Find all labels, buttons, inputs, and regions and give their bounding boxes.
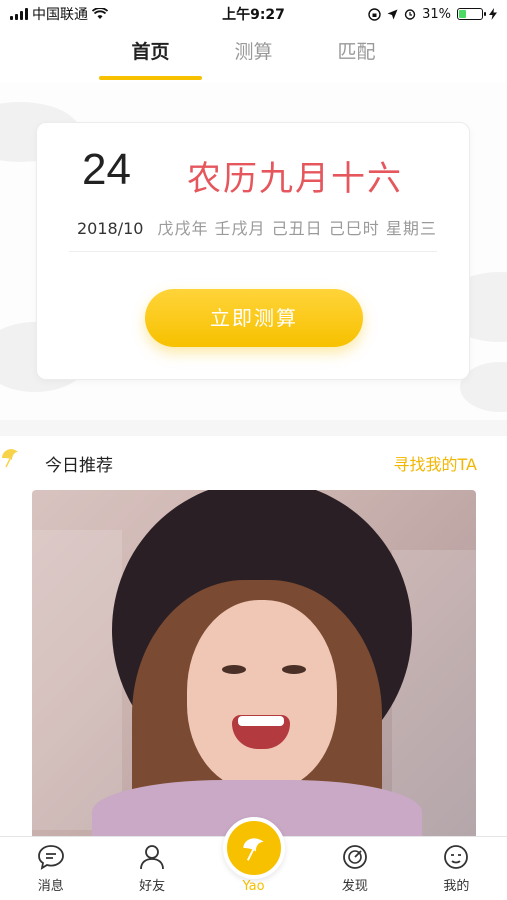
friends-icon <box>140 845 165 870</box>
signal-icon <box>10 8 28 20</box>
year-month: 2018/10 <box>77 219 144 238</box>
ginkgo-icon <box>242 838 264 861</box>
recommend-title: 今日推荐 <box>45 455 113 476</box>
battery-percent: 31% <box>422 6 451 22</box>
nav-messages[interactable]: 消息 <box>0 837 101 900</box>
discover-icon <box>343 845 367 869</box>
bottom-nav: 消息 好友 Yao 发现 我的 <box>0 817 507 900</box>
recommended-photo[interactable] <box>32 490 476 836</box>
nav-label: 消息 <box>37 879 64 894</box>
date-line: 2018/10 戊戌年 壬戌月 己丑日 己巳时 星期三 <box>77 215 437 239</box>
tab-match[interactable]: 匹配 <box>305 28 408 82</box>
recommend-section: 今日推荐 寻找我的TA <box>0 436 507 836</box>
ginkgo-icon <box>2 449 18 468</box>
status-left: 中国联通 <box>10 4 180 24</box>
alarm-icon <box>404 9 416 20</box>
nav-label: 好友 <box>139 879 166 894</box>
photo-eye <box>282 665 306 674</box>
profile-icon <box>444 845 469 869</box>
date-card: 24 农历九月十六 2018/10 戊戌年 壬戌月 己丑日 己巳时 星期三 立即… <box>36 122 470 380</box>
wifi-icon <box>92 8 108 19</box>
tab-home[interactable]: 首页 <box>99 28 202 82</box>
nav-profile[interactable]: 我的 <box>406 837 507 900</box>
carrier-label: 中国联通 <box>32 7 88 23</box>
status-bar: 中国联通 上午9:27 31% <box>0 0 507 28</box>
message-icon <box>37 845 64 870</box>
nav-label: 发现 <box>341 879 368 894</box>
photo-eye <box>222 665 246 674</box>
location-icon <box>387 9 398 19</box>
charging-icon <box>489 8 497 20</box>
find-my-ta-link[interactable]: 寻找我的TA <box>394 451 477 475</box>
nav-label: 我的 <box>443 879 470 894</box>
divider <box>69 251 437 252</box>
status-right: 31% <box>327 7 497 22</box>
lock-rotation-icon <box>368 7 381 21</box>
photo-teeth <box>238 716 284 726</box>
photo-face <box>187 600 337 790</box>
nav-friends[interactable]: 好友 <box>101 837 202 900</box>
nav-label: Yao <box>242 879 265 894</box>
center-circle <box>222 817 285 879</box>
status-time: 上午9:27 <box>222 7 285 23</box>
lunar-date: 农历九月十六 <box>187 159 403 199</box>
nav-yao[interactable]: Yao <box>203 817 304 900</box>
nav-discover[interactable]: 发现 <box>304 837 405 900</box>
calculate-now-button[interactable]: 立即测算 <box>145 289 363 347</box>
top-tabs: 首页 测算 匹配 <box>0 28 507 82</box>
ganzhi-text: 戊戌年 壬戌月 己丑日 己巳时 星期三 <box>157 219 437 238</box>
battery-icon <box>457 8 486 20</box>
tab-calculate[interactable]: 测算 <box>202 28 305 82</box>
recommend-header: 今日推荐 寻找我的TA <box>0 436 507 490</box>
day-number: 24 <box>82 145 131 194</box>
